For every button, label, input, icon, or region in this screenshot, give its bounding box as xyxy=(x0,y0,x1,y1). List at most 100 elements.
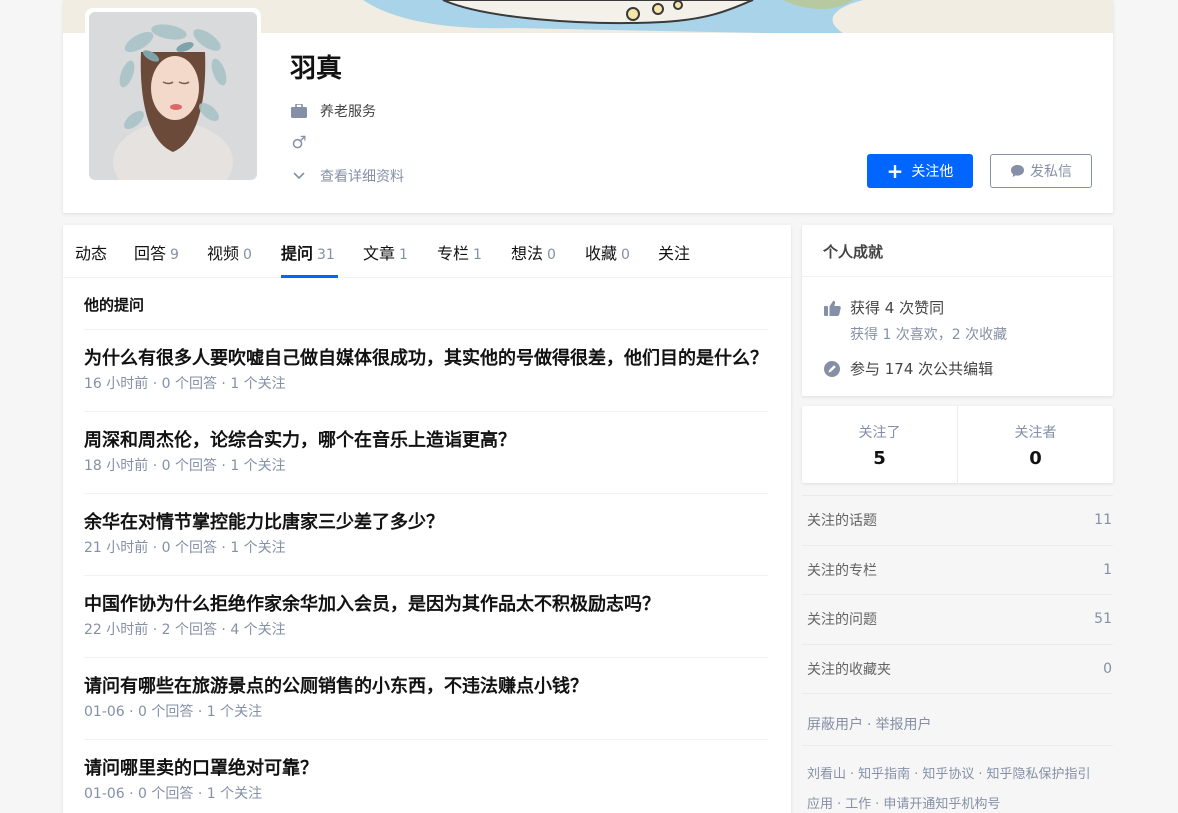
sidebar-item-label: 关注的话题 xyxy=(807,513,877,530)
active-tab-indicator xyxy=(281,275,338,278)
question-meta: 22 小时前 · 2 个回答 · 4 个关注 xyxy=(84,622,286,638)
edits-text: 参与 174 次公共编辑 xyxy=(850,360,994,378)
divider xyxy=(802,745,1113,746)
sidebar-item-count: 0 xyxy=(1103,660,1112,677)
separator-dot: · xyxy=(850,767,855,782)
tab-count: 9 xyxy=(170,247,179,263)
sidebar-item-label: 关注的专栏 xyxy=(807,562,877,579)
list-item: 余华在对情节掌控能力比唐家三少差了多少？ 21 小时前 · 0 个回答 · 1 … xyxy=(84,493,768,575)
tab-answers[interactable]: 回答 9 xyxy=(134,240,179,264)
profile-name: 羽真 xyxy=(290,54,343,84)
report-user-link[interactable]: 举报用户 xyxy=(875,717,931,733)
followers-stat[interactable]: 关注者 0 xyxy=(957,406,1113,483)
tab-count: 1 xyxy=(473,247,482,263)
following-stat[interactable]: 关注了 5 xyxy=(802,406,957,483)
tab-following[interactable]: 关注 xyxy=(658,240,694,264)
footer-link-guide[interactable]: 知乎指南 xyxy=(858,767,910,782)
footer-link-jobs[interactable]: 工作 xyxy=(845,797,871,812)
sidebar-item-questions[interactable]: 关注的问题 51 xyxy=(802,594,1113,644)
edit-icon xyxy=(823,360,841,377)
avatar[interactable] xyxy=(89,12,257,180)
followers-count: 0 xyxy=(1029,448,1042,469)
profile-header: 羽真 养老服务 ♂ 查看详细资料 + 关注他 发私信 xyxy=(63,0,1113,213)
sidebar-item-topics[interactable]: 关注的话题 11 xyxy=(802,495,1113,545)
chat-bubble-icon xyxy=(1010,164,1025,178)
question-title[interactable]: 为什么有很多人要吹嘘自己做自媒体很成功，其实他的号做得很差，他们目的是什么？ xyxy=(84,344,768,373)
question-title[interactable]: 请问有哪些在旅游景点的公厕销售的小东西，不违法赚点小钱？ xyxy=(84,672,768,701)
achievements-title: 个人成就 xyxy=(823,243,884,261)
list-item: 请问有哪些在旅游景点的公厕销售的小东西，不违法赚点小钱？ 01-06 · 0 个… xyxy=(84,657,768,739)
separator-dot: · xyxy=(837,797,842,812)
tab-label: 关注 xyxy=(658,244,691,263)
footer-link-app[interactable]: 应用 xyxy=(807,797,833,812)
report-links: 屏蔽用户 · 举报用户 xyxy=(807,714,931,734)
divider xyxy=(802,693,1113,694)
sidebar-item-favorites[interactable]: 关注的收藏夹 0 xyxy=(802,643,1113,694)
tab-label: 文章 xyxy=(363,244,396,263)
list-item: 请问哪里卖的口罩绝对可靠？ 01-06 · 0 个回答 · 1 个关注 xyxy=(84,739,768,813)
chevron-down-icon xyxy=(290,167,308,185)
view-details-label: 查看详细资料 xyxy=(320,169,404,185)
tab-questions[interactable]: 提问 31 xyxy=(281,240,335,264)
following-list: 关注的话题 11 关注的专栏 1 关注的问题 51 关注的收藏夹 0 xyxy=(802,495,1113,694)
question-meta: 01-06 · 0 个回答 · 1 个关注 xyxy=(84,704,263,720)
footer-link-agreement[interactable]: 知乎协议 xyxy=(922,767,974,782)
likes-collections-text: 获得 1 次喜欢，2 次收藏 xyxy=(850,327,1008,343)
tab-articles[interactable]: 文章 1 xyxy=(363,240,408,264)
follow-button-label: 关注他 xyxy=(911,164,954,180)
sidebar-item-count: 11 xyxy=(1094,512,1112,529)
view-details-link[interactable]: 查看详细资料 xyxy=(290,166,404,186)
tab-count: 0 xyxy=(621,247,630,263)
list-item: 中国作协为什么拒绝作家余华加入会员，是因为其作品太不积极励志吗？ 22 小时前 … xyxy=(84,575,768,657)
main-content: 动态 回答 9 视频 0 提问 31 文章 1 专栏 1 想法 0 收藏 0 关注 他的提问 … xyxy=(63,225,791,813)
footer-link-privacy[interactable]: 知乎隐私保护指引 xyxy=(986,767,1090,782)
tab-thoughts[interactable]: 想法 0 xyxy=(511,240,556,264)
follow-stats-card: 关注了 5 关注者 0 xyxy=(802,406,1113,483)
sidebar-item-label: 关注的收藏夹 xyxy=(807,661,891,678)
question-title[interactable]: 周深和周杰伦，论综合实力，哪个在音乐上造诣更高？ xyxy=(84,426,768,455)
separator-dot: · xyxy=(914,767,919,782)
block-user-link[interactable]: 屏蔽用户 xyxy=(807,717,863,733)
tab-collections[interactable]: 收藏 0 xyxy=(585,240,630,264)
tab-label: 收藏 xyxy=(585,244,618,263)
sidebar-item-count: 1 xyxy=(1103,561,1112,578)
tab-count: 0 xyxy=(243,247,252,263)
plus-icon: + xyxy=(886,159,904,183)
follow-button[interactable]: + 关注他 xyxy=(867,154,973,188)
sidebar-item-columns[interactable]: 关注的专栏 1 xyxy=(802,544,1113,595)
sidebar-item-label: 关注的问题 xyxy=(807,612,877,629)
sidebar-item-count: 51 xyxy=(1094,611,1112,628)
tab-label: 动态 xyxy=(75,244,108,263)
footer-link-liukanshan[interactable]: 刘看山 xyxy=(807,767,846,782)
thumbs-up-icon xyxy=(823,300,841,316)
section-title: 他的提问 xyxy=(84,296,145,314)
briefcase-icon xyxy=(290,102,308,120)
upvotes-text: 获得 4 次赞同 xyxy=(850,299,945,317)
question-title[interactable]: 请问哪里卖的口罩绝对可靠？ xyxy=(84,754,768,783)
message-button[interactable]: 发私信 xyxy=(990,154,1092,188)
tab-label: 回答 xyxy=(134,244,167,263)
achievements-card: 个人成就 获得 4 次赞同 获得 1 次喜欢，2 次收藏 参与 174 次公共编… xyxy=(802,225,1113,396)
question-title[interactable]: 余华在对情节掌控能力比唐家三少差了多少？ xyxy=(84,508,768,537)
edits-row: 参与 174 次公共编辑 xyxy=(823,358,993,379)
tab-videos[interactable]: 视频 0 xyxy=(207,240,252,264)
following-label: 关注了 xyxy=(858,425,901,441)
footer-links-row-2: 应用 · 工作 · 申请开通知乎机构号 xyxy=(807,793,1000,812)
tab-activity[interactable]: 动态 xyxy=(75,240,111,264)
separator-dot: · xyxy=(978,767,983,782)
separator-dot: · xyxy=(867,717,872,733)
upvotes-row: 获得 4 次赞同 xyxy=(823,297,944,318)
tab-label: 视频 xyxy=(207,244,240,263)
list-item: 为什么有很多人要吹嘘自己做自媒体很成功，其实他的号做得很差，他们目的是什么？ 1… xyxy=(84,329,768,411)
question-meta: 21 小时前 · 0 个回答 · 1 个关注 xyxy=(84,540,286,556)
gender-row: ♂ xyxy=(290,133,320,153)
question-list: 为什么有很多人要吹嘘自己做自媒体很成功，其实他的号做得很差，他们目的是什么？ 1… xyxy=(84,329,768,813)
tab-count: 0 xyxy=(547,247,556,263)
question-meta: 01-06 · 0 个回答 · 1 个关注 xyxy=(84,786,263,802)
question-title[interactable]: 中国作协为什么拒绝作家余华加入会员，是因为其作品太不积极励志吗？ xyxy=(84,590,768,619)
footer-link-org-account[interactable]: 申请开通知乎机构号 xyxy=(883,797,1000,812)
followers-label: 关注者 xyxy=(1014,425,1057,441)
separator-dot: · xyxy=(875,797,880,812)
tab-columns[interactable]: 专栏 1 xyxy=(437,240,482,264)
message-button-label: 发私信 xyxy=(1030,164,1072,180)
